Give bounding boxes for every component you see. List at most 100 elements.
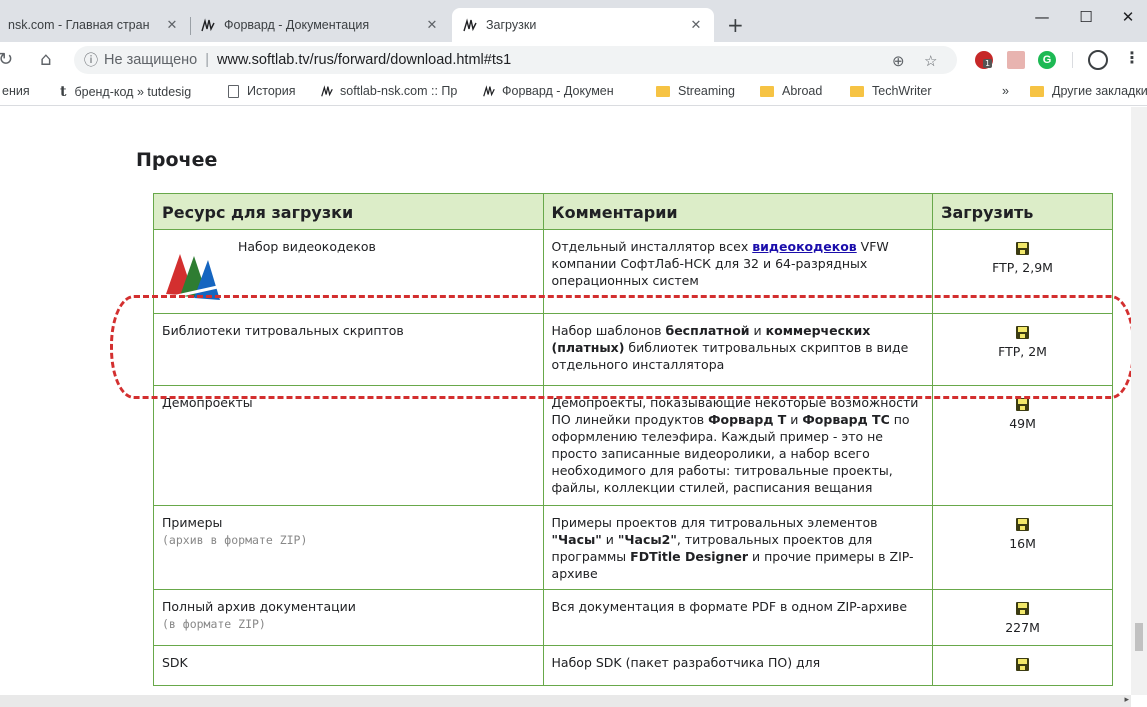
softlab-logo-icon xyxy=(166,254,223,300)
column-header: Ресурс для загрузки xyxy=(153,193,544,230)
new-tab-button[interactable]: + xyxy=(727,13,744,37)
maximize-button[interactable]: ☐ xyxy=(1066,8,1106,26)
menu-kebab-icon[interactable]: ⋮ xyxy=(1124,48,1140,67)
download-cell: 49M xyxy=(932,385,1113,506)
tab-forward-docs[interactable]: Форвард - Документация ✕ xyxy=(190,8,450,42)
table-row: Библиотеки титровальных скриптов Набор ш… xyxy=(153,313,1113,386)
address-bar[interactable]: ⓘ Не защищено | www.softlab.tv/rus/forwa… xyxy=(74,46,957,74)
toolbar-divider xyxy=(1072,52,1073,68)
comment-cell: Отдельный инсталлятор всех видеокодеков … xyxy=(542,229,934,314)
comment-cell: Набор шаблонов бесплатной и коммерческих… xyxy=(542,313,934,386)
table-row: Набор видеокодеков Отдельный инсталлятор… xyxy=(153,229,1113,314)
comment-cell: Примеры проектов для титровальных элемен… xyxy=(542,505,934,590)
resource-name: Набор видеокодеков xyxy=(238,239,376,254)
resource-cell: Полный архив документации (в формате ZIP… xyxy=(153,589,544,646)
adblock-extension-icon[interactable]: 1 xyxy=(975,51,993,69)
floppy-disk-icon[interactable] xyxy=(1016,602,1030,615)
comment-cell: Вся документация в формате PDF в одном Z… xyxy=(542,589,934,646)
horizontal-scrollbar[interactable]: ▸ xyxy=(0,695,1131,707)
tab-downloads[interactable]: Загрузки ✕ xyxy=(452,8,714,42)
browser-toolbar: ↻ ⌂ ⓘ Не защищено | www.softlab.tv/rus/f… xyxy=(0,42,1147,78)
resource-cell: Примеры (архив в формате ZIP) xyxy=(153,505,544,590)
download-link[interactable]: FTP, 2,9M xyxy=(992,260,1053,275)
page-viewport: Прочее Ресурс для загрузки Комментарии З… xyxy=(0,107,1131,695)
resource-name: SDK xyxy=(162,655,188,670)
tumblr-icon: t xyxy=(60,84,67,100)
bookmark-item[interactable]: softlab-nsk.com :: Пр xyxy=(320,84,457,98)
resource-subtitle: (в формате ZIP) xyxy=(162,617,266,631)
folder-icon xyxy=(656,85,670,97)
acrobat-extension-icon[interactable] xyxy=(1007,51,1025,69)
zoom-icon[interactable]: ⊕ xyxy=(892,52,905,70)
table-header-row: Ресурс для загрузки Комментарии Загрузит… xyxy=(153,193,1113,230)
comment-cell: Демопроекты, показывающие некоторые возм… xyxy=(542,385,934,506)
folder-icon xyxy=(850,85,864,97)
folder-icon xyxy=(760,85,774,97)
info-icon[interactable]: ⓘ xyxy=(84,50,98,70)
download-cell: FTP, 2,9M xyxy=(932,229,1113,314)
other-bookmarks-folder[interactable]: Другие закладки xyxy=(1030,84,1147,98)
close-icon[interactable]: ✕ xyxy=(164,17,180,33)
close-icon[interactable]: ✕ xyxy=(688,17,704,33)
download-link[interactable]: 16M xyxy=(1009,536,1036,551)
security-label: Не защищено xyxy=(104,52,198,68)
download-cell: 227M xyxy=(932,589,1113,646)
scrollbar-thumb[interactable] xyxy=(1135,623,1143,651)
download-link[interactable]: 227M xyxy=(1005,620,1040,635)
floppy-disk-icon[interactable] xyxy=(1016,398,1030,411)
close-window-button[interactable]: ✕ xyxy=(1108,8,1147,26)
resource-cell: Библиотеки титровальных скриптов xyxy=(153,313,544,386)
resource-name: Полный архив документации xyxy=(162,599,356,614)
resource-cell: SDK xyxy=(153,645,544,686)
adblock-badge: 1 xyxy=(983,59,993,68)
download-cell: FTP, 2M xyxy=(932,313,1113,386)
table-row: Демопроекты Демопроекты, показывающие не… xyxy=(153,385,1113,506)
bookmark-folder[interactable]: TechWriter xyxy=(850,84,932,98)
resource-name: Примеры xyxy=(162,515,223,530)
floppy-disk-icon[interactable] xyxy=(1016,242,1030,255)
home-icon[interactable]: ⌂ xyxy=(40,49,51,70)
forward-favicon-icon xyxy=(463,18,477,32)
profile-avatar-icon[interactable] xyxy=(1088,50,1108,70)
table-row: SDK Набор SDK (пакет разработчика ПО) дл… xyxy=(153,645,1113,686)
floppy-disk-icon[interactable] xyxy=(1016,326,1030,339)
address-divider: | xyxy=(205,52,209,68)
tab-title: Форвард - Документация xyxy=(224,18,370,32)
tab-title: Загрузки xyxy=(486,18,537,32)
scroll-right-icon[interactable]: ▸ xyxy=(1124,695,1129,705)
tab-strip: nsk.com - Главная стран ✕ Форвард - Доку… xyxy=(0,0,1147,42)
download-cell xyxy=(932,645,1113,686)
floppy-disk-icon[interactable] xyxy=(1016,518,1030,531)
bookmark-item[interactable]: История xyxy=(228,84,295,98)
minimize-button[interactable]: — xyxy=(1022,8,1062,26)
download-link[interactable]: 49M xyxy=(1009,416,1036,431)
download-link[interactable]: FTP, 2M xyxy=(998,344,1047,359)
url-text: www.softlab.tv/rus/forward/download.html… xyxy=(217,52,512,68)
close-icon[interactable]: ✕ xyxy=(424,17,440,33)
forward-favicon-icon xyxy=(321,85,333,97)
bookmark-folder[interactable]: Abroad xyxy=(760,84,822,98)
forward-favicon-icon xyxy=(483,85,495,97)
vertical-scrollbar[interactable] xyxy=(1131,107,1147,695)
resource-subtitle: (архив в формате ZIP) xyxy=(162,533,308,547)
bookmark-item[interactable]: t бренд-код » tutdesig xyxy=(60,84,191,100)
grammarly-extension-icon[interactable]: G xyxy=(1038,51,1056,69)
floppy-disk-icon[interactable] xyxy=(1016,658,1030,671)
bookmark-item[interactable]: Форвард - Докумен xyxy=(482,84,614,98)
tab-softlab-home[interactable]: nsk.com - Главная стран ✕ xyxy=(0,8,190,42)
bookmark-item[interactable]: ения xyxy=(2,84,30,98)
videocodecs-link[interactable]: видеокодеков xyxy=(752,239,856,254)
page-icon xyxy=(228,84,239,98)
column-header: Загрузить xyxy=(932,193,1113,230)
comment-cell: Набор SDK (пакет разработчика ПО) для xyxy=(542,645,934,686)
column-header: Комментарии xyxy=(542,193,934,230)
bookmark-folder[interactable]: Streaming xyxy=(656,84,735,98)
table-row: Примеры (архив в формате ZIP) Примеры пр… xyxy=(153,505,1113,590)
resource-name: Библиотеки титровальных скриптов xyxy=(162,323,404,338)
reload-icon[interactable]: ↻ xyxy=(0,49,13,70)
bookmark-star-icon[interactable]: ☆ xyxy=(924,52,937,70)
forward-favicon-icon xyxy=(201,18,215,32)
resource-name: Демопроекты xyxy=(162,395,253,410)
resource-cell: Набор видеокодеков xyxy=(153,229,544,314)
bookmarks-overflow-button[interactable]: » xyxy=(1002,84,1009,98)
